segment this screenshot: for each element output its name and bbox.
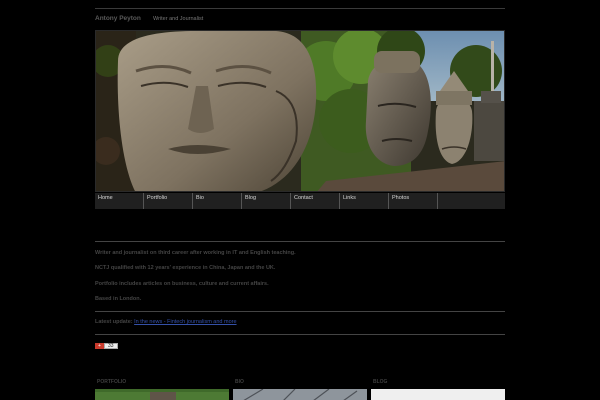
bio-image [233, 388, 367, 400]
latest-update: Latest update: In the news - Fintech jou… [95, 319, 237, 325]
plus-one-icon[interactable]: + [95, 343, 104, 349]
divider-intro-top [95, 241, 505, 242]
divider-intro-bottom [95, 311, 505, 312]
latest-update-label: Latest update: [95, 319, 133, 325]
portfolio-thumbnail[interactable] [95, 388, 229, 400]
portfolio-image [95, 389, 229, 400]
nav-contact[interactable]: Contact [291, 193, 340, 209]
site-title[interactable]: Antony Peyton [95, 15, 141, 22]
blog-image [371, 389, 505, 400]
site-tagline: Writer and Journalist [153, 15, 204, 22]
section-label-bio: BIO [235, 379, 244, 385]
blog-thumbnail[interactable] [371, 388, 505, 400]
nav-links[interactable]: Links [340, 193, 389, 209]
intro-line-1: Writer and journalist on third career af… [95, 250, 296, 256]
nav-home[interactable]: Home [95, 193, 144, 209]
intro-line-2: NCTJ qualified with 12 years' experience… [95, 265, 276, 271]
section-label-portfolio: PORTFOLIO [97, 379, 127, 385]
latest-update-link[interactable]: In the news - Fintech journalism and mor… [134, 319, 236, 325]
nav-bio[interactable]: Bio [193, 193, 242, 209]
main-nav: Home Portfolio Bio Blog Contact Links Ph… [95, 193, 505, 209]
header-photo [96, 31, 504, 191]
nav-blog[interactable]: Blog [242, 193, 291, 209]
nav-portfolio[interactable]: Portfolio [144, 193, 193, 209]
intro-line-3: Portfolio includes articles on business,… [95, 281, 269, 287]
header-image [95, 30, 505, 192]
intro-line-4: Based in London. [95, 296, 142, 302]
share-widget[interactable]: + 33 [95, 343, 118, 349]
divider-latest [95, 334, 505, 335]
nav-photos[interactable]: Photos [389, 193, 438, 209]
page: Antony Peyton Writer and Journalist Home… [95, 0, 505, 400]
share-count: 33 [104, 343, 118, 349]
top-divider [95, 8, 505, 9]
section-label-blog: BLOG [373, 379, 388, 385]
bio-thumbnail[interactable] [233, 388, 367, 400]
